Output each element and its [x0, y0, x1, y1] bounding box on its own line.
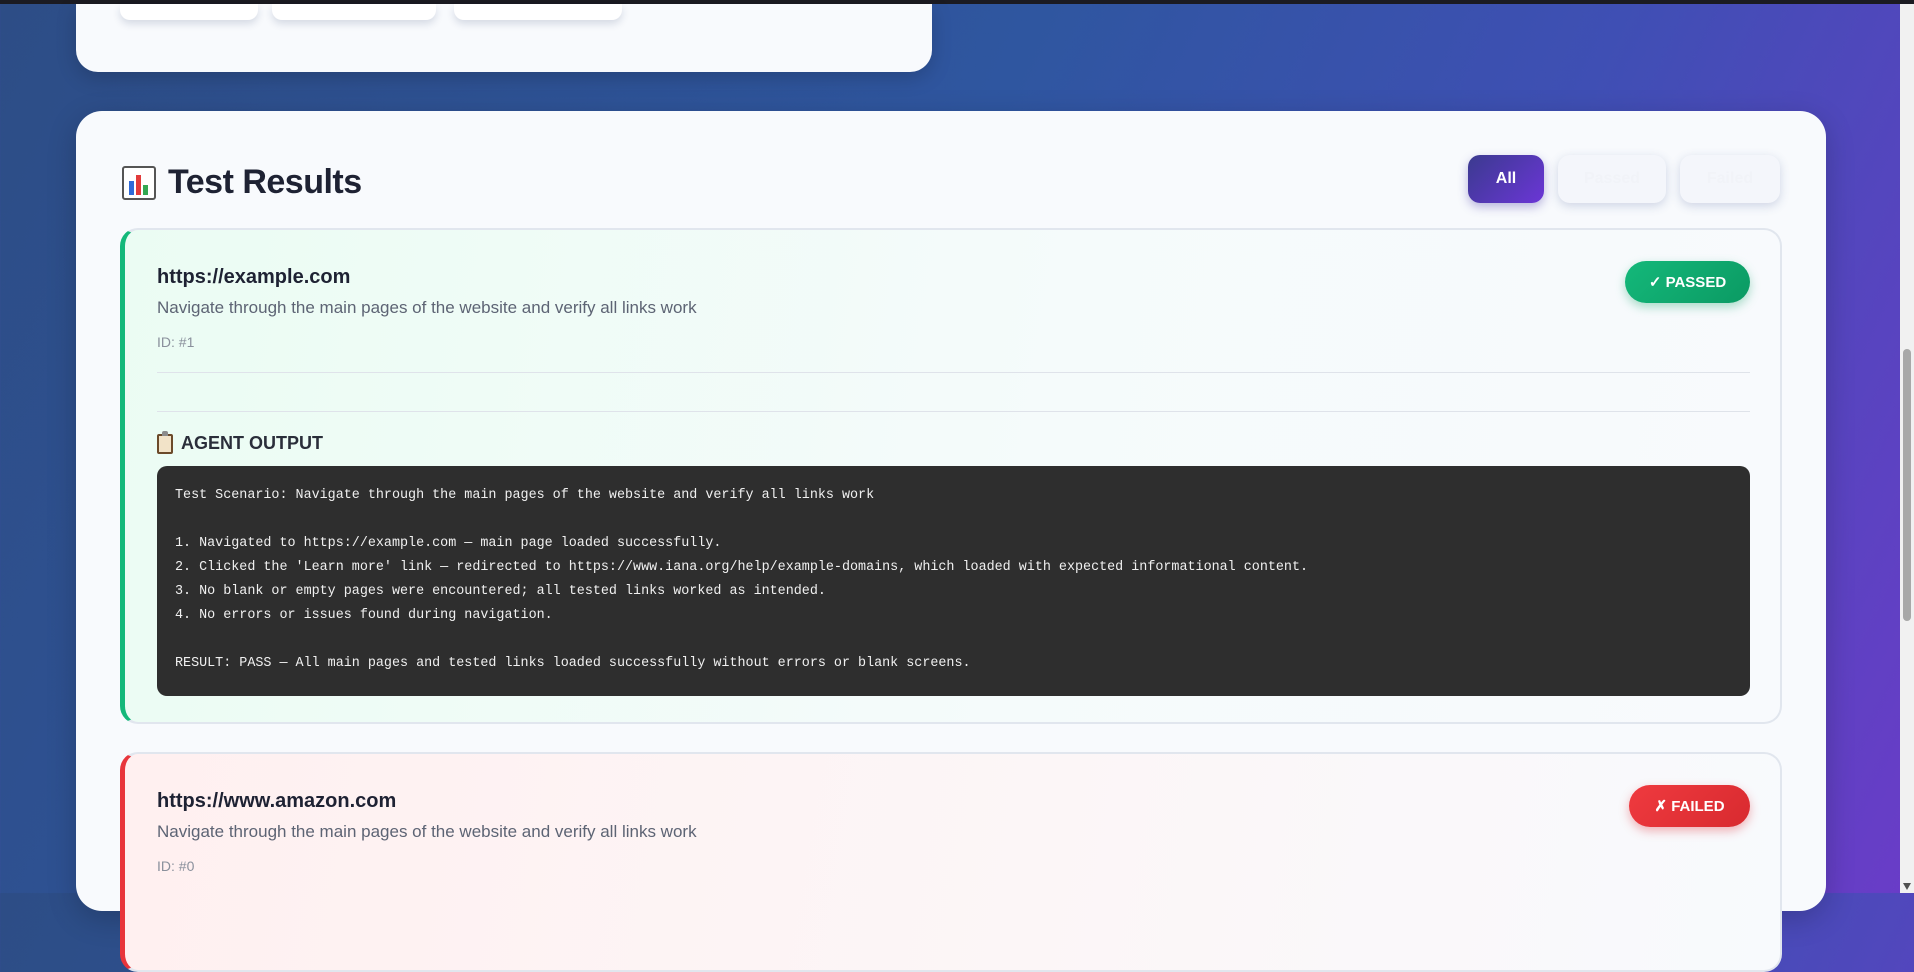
test-id: ID: #0 — [157, 858, 195, 874]
test-result-card: https://example.com Navigate through the… — [120, 228, 1782, 724]
filter-group: All Passed Failed — [1468, 155, 1780, 203]
filter-passed-button[interactable]: Passed — [1558, 155, 1666, 203]
previous-card-button[interactable] — [120, 4, 258, 20]
scrollbar-thumb[interactable] — [1903, 349, 1911, 621]
filter-failed-button[interactable]: Failed — [1680, 155, 1780, 203]
test-description: Navigate through the main pages of the w… — [157, 822, 697, 841]
filter-all-button[interactable]: All — [1468, 155, 1544, 203]
test-results-card: Test Results All Passed Failed https://e… — [76, 111, 1826, 972]
previous-card-button[interactable] — [454, 4, 622, 20]
test-url: https://example.com — [157, 266, 351, 288]
divider — [157, 372, 1750, 373]
status-badge: ✓ PASSED — [1625, 261, 1750, 303]
previous-card — [76, 4, 932, 72]
page-title: Test Results — [168, 163, 362, 201]
scroll-down-arrow-icon[interactable] — [1903, 883, 1911, 890]
status-badge: ✗ FAILED — [1629, 785, 1750, 827]
test-description: Navigate through the main pages of the w… — [157, 298, 697, 317]
agent-output-heading: AGENT OUTPUT — [157, 430, 323, 454]
agent-output-label: AGENT OUTPUT — [181, 433, 323, 453]
agent-output-log: Test Scenario: Navigate through the main… — [157, 466, 1750, 696]
test-id: ID: #1 — [157, 334, 195, 350]
clipboard-icon — [157, 430, 173, 454]
test-result-card: https://www.amazon.com Navigate through … — [120, 752, 1782, 972]
page-scrollbar[interactable] — [1900, 4, 1914, 893]
divider — [157, 411, 1750, 412]
test-url: https://www.amazon.com — [157, 790, 397, 812]
bar-chart-icon — [122, 165, 156, 200]
results-header: Test Results — [122, 163, 362, 202]
previous-card-button[interactable] — [272, 4, 436, 20]
